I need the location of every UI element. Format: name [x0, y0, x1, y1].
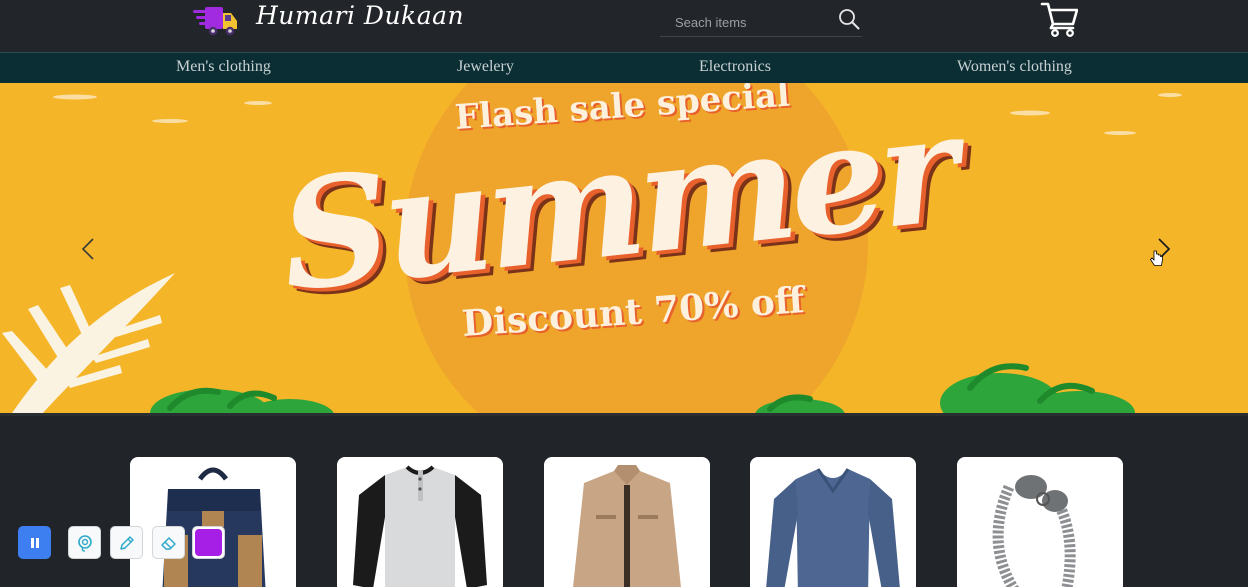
blue-sweater-image — [766, 468, 900, 587]
hero-carousel: Flash sale special Summer Discount 70% o… — [0, 83, 1248, 416]
eraser-button[interactable] — [152, 526, 185, 559]
search-bar — [660, 6, 862, 37]
cart-icon[interactable] — [1040, 1, 1078, 37]
carousel-prev-button[interactable] — [76, 235, 100, 263]
pen-icon — [119, 535, 134, 550]
chevron-left-icon — [81, 238, 94, 260]
product-grid — [0, 416, 1248, 587]
lasso-icon — [77, 534, 92, 552]
backpack-image — [162, 467, 266, 587]
lasso-button[interactable] — [68, 526, 101, 559]
nav-item-jewelery[interactable]: Jewelery — [457, 58, 514, 76]
pause-button[interactable] — [18, 526, 51, 559]
color-picker-button[interactable] — [192, 526, 225, 559]
product-card[interactable] — [337, 457, 503, 587]
page: Humari Dukaan Men's clothing Jewelery El… — [0, 0, 1248, 587]
pen-button[interactable] — [110, 526, 143, 559]
brand-title[interactable]: Humari Dukaan — [256, 1, 464, 30]
nav-item-electronics[interactable]: Electronics — [699, 58, 771, 76]
nav-item-womens-clothing[interactable]: Women's clothing — [957, 58, 1072, 76]
search-input[interactable] — [660, 6, 830, 36]
pause-icon — [30, 537, 39, 548]
search-button[interactable] — [837, 6, 861, 32]
category-nav: Men's clothing Jewelery Electronics Wome… — [0, 52, 1248, 83]
product-card[interactable] — [750, 457, 916, 587]
raglan-tshirt-image — [353, 465, 487, 587]
delivery-truck-icon[interactable] — [193, 3, 239, 37]
chain-bracelet-image — [992, 475, 1076, 587]
hand-cursor-icon — [1150, 250, 1163, 266]
product-card[interactable] — [544, 457, 710, 587]
product-card[interactable] — [130, 457, 296, 587]
search-icon — [839, 9, 860, 30]
top-header: Humari Dukaan — [0, 0, 1248, 52]
color-swatch — [195, 529, 222, 556]
eraser-icon — [160, 536, 176, 550]
nav-item-mens-clothing[interactable]: Men's clothing — [176, 58, 271, 76]
product-card[interactable] — [957, 457, 1123, 587]
jacket-image — [573, 465, 681, 587]
